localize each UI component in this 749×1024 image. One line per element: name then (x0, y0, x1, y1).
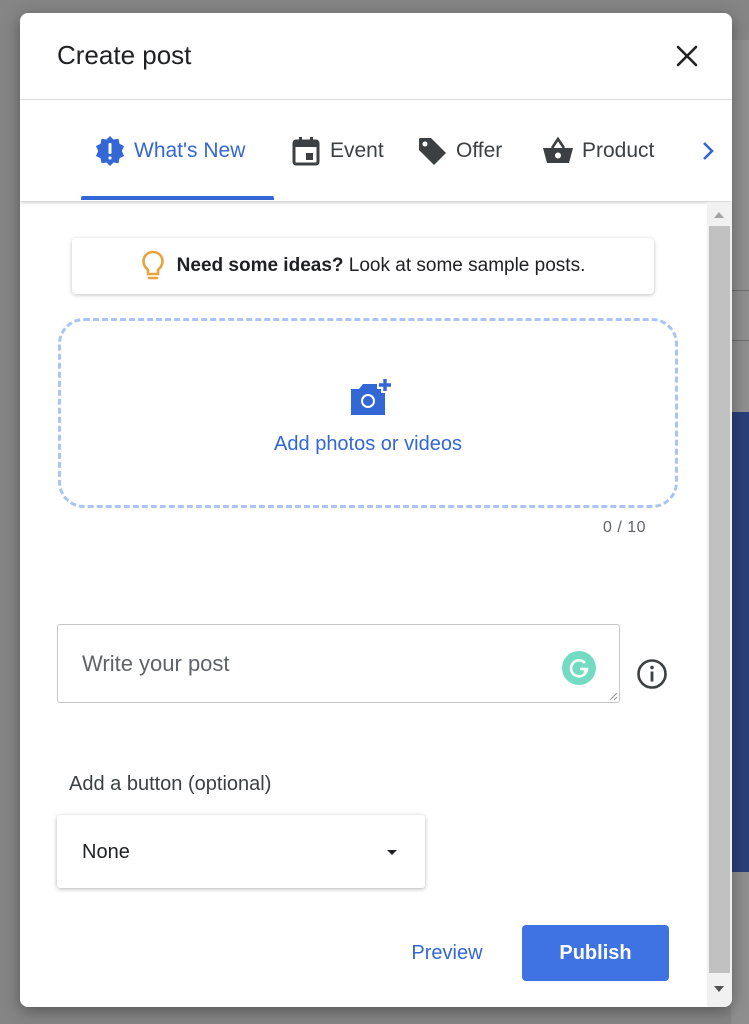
close-button[interactable] (672, 41, 702, 71)
tab-label: Event (330, 139, 384, 162)
background-divider (731, 340, 749, 341)
tab-product[interactable]: Product (542, 101, 654, 201)
sample-posts-rest: Look at some sample posts. (343, 255, 586, 276)
dialog-title: Create post (57, 40, 192, 70)
tab-offer[interactable]: Offer (416, 101, 502, 201)
grammarly-button[interactable] (562, 651, 596, 685)
create-post-dialog: Create post What's New Event Offer Produ… (20, 13, 732, 1007)
add-media-dropzone[interactable]: Add photos or videos (58, 318, 678, 508)
background-banner (731, 412, 749, 872)
sample-posts-chip[interactable]: Need some ideas? Look at some sample pos… (72, 238, 654, 294)
dropdown-caret-icon (387, 850, 397, 855)
tab-whats-new[interactable]: What's New (94, 101, 245, 201)
add-photo-icon (351, 379, 391, 415)
tab-label: What's New (134, 139, 246, 162)
selected-button-type: None (82, 841, 130, 863)
post-type-tabs: What's New Event Offer Product (20, 101, 732, 201)
info-icon (637, 659, 667, 689)
add-button-label: Add a button (optional) (69, 773, 272, 795)
tabs-next-button[interactable] (694, 137, 722, 165)
preview-button[interactable]: Preview (390, 925, 504, 981)
calendar-icon (292, 137, 320, 166)
publish-button[interactable]: Publish (522, 925, 669, 981)
whats-new-badge-icon (96, 136, 124, 166)
background-page-edge (731, 40, 749, 1024)
post-info-button[interactable] (636, 658, 668, 690)
scroll-down-arrow-icon[interactable] (714, 986, 724, 992)
media-counter: 0 / 10 (602, 519, 646, 536)
chevron-right-icon (703, 142, 714, 160)
tab-event[interactable]: Event (290, 101, 384, 201)
lightbulb-icon (141, 250, 164, 280)
button-type-select[interactable]: None (57, 815, 425, 888)
add-media-label: Add photos or videos (274, 433, 462, 455)
scroll-up-arrow-icon[interactable] (714, 212, 724, 218)
tab-label: Offer (456, 139, 503, 162)
close-icon (676, 45, 698, 67)
grammarly-icon (569, 659, 589, 678)
scrollbar-thumb[interactable] (709, 226, 730, 973)
sample-posts-bold: Need some ideas? (176, 255, 344, 276)
basket-icon (543, 136, 573, 163)
dialog-scrollbar[interactable] (707, 202, 732, 1007)
resize-handle-icon[interactable] (608, 691, 618, 701)
post-textarea[interactable] (58, 625, 619, 702)
background-divider (731, 290, 749, 291)
active-tab-indicator (81, 196, 274, 200)
sample-posts-text: Need some ideas? Look at some sample pos… (177, 255, 586, 277)
tab-label: Product (582, 139, 655, 162)
tag-icon (419, 138, 446, 165)
post-text-field (57, 624, 620, 703)
dialog-header: Create post (20, 13, 732, 100)
